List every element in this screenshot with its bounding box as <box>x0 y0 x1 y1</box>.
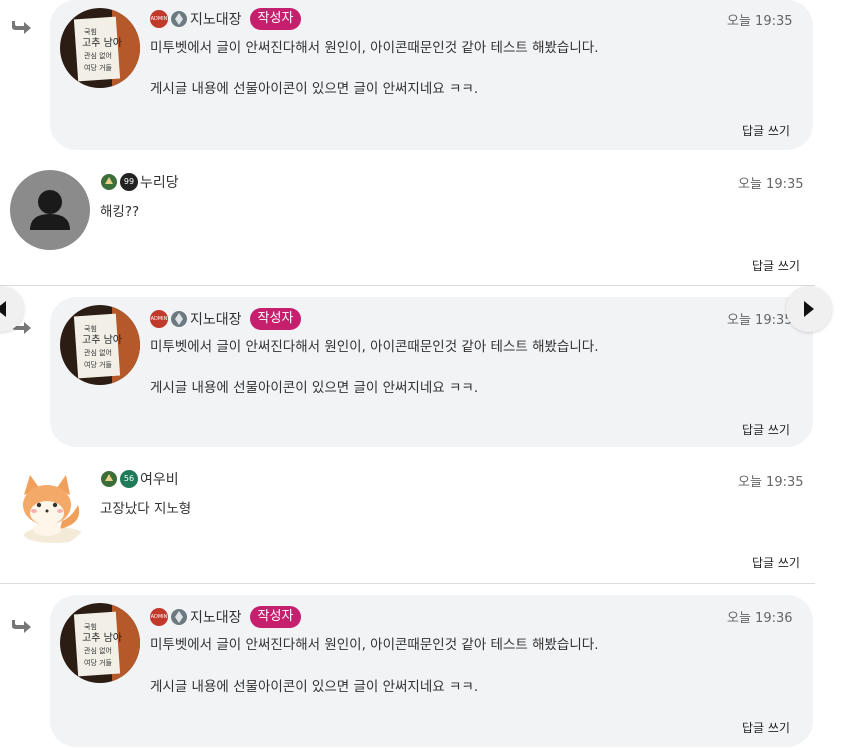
reply-card: 국힘 고추 남아 관심 없어 여당 거들 ADMIN 지노대장 작성자 오늘 1… <box>50 0 813 150</box>
admin-badge-icon: ADMIN <box>150 608 168 626</box>
svg-text:고추 남아: 고추 남아 <box>82 334 122 346</box>
comment-time: 오늘 19:35 <box>738 475 804 490</box>
reply-button[interactable]: 답글 쓰기 <box>742 719 790 736</box>
author-name[interactable]: 누리당 <box>140 172 179 192</box>
comment-item: 99 누리당 오늘 19:35 해킹?? 답글 쓰기 <box>0 165 815 285</box>
fox-avatar-icon <box>23 475 84 543</box>
svg-text:국힘: 국힘 <box>84 324 97 333</box>
level-badge: 56 <box>120 470 138 488</box>
author-tag: 작성자 <box>249 308 302 330</box>
rank-emblem-icon <box>171 11 187 27</box>
svg-text:관심 없어: 관심 없어 <box>84 51 112 60</box>
svg-text:관심 없어: 관심 없어 <box>84 348 112 357</box>
comment-line: 게시글 내용에 선물아이콘이 있으면 글이 안써지네요 ㅋㅋ. <box>150 380 479 396</box>
comment-line: 해킹?? <box>100 204 140 220</box>
comment-item: 56 여우비 오늘 19:35 고장났다 지노형 답글 쓰기 <box>0 462 815 582</box>
default-user-icon <box>30 190 70 230</box>
reply-button[interactable]: 답글 쓰기 <box>742 421 790 438</box>
rank-emblem-icon <box>171 311 187 327</box>
level-emblem-icon <box>101 174 117 190</box>
author-name[interactable]: 여우비 <box>140 469 179 489</box>
comment-thread: 국힘 고추 남아 관심 없어 여당 거들 ADMIN 지노대장 작성자 오늘 1… <box>0 0 858 750</box>
comment-time: 오늘 19:35 <box>738 177 804 192</box>
admin-badge-icon: ADMIN <box>150 10 168 28</box>
admin-badge-icon: ADMIN <box>150 310 168 328</box>
avatar[interactable] <box>10 170 90 250</box>
comment-time: 오늘 19:35 <box>727 14 793 29</box>
next-button[interactable] <box>786 286 832 332</box>
reply-card: 국힘 고추 남아 관심 없어 여당 거들 ADMIN 지노대장 작성자 오늘 1… <box>50 297 813 447</box>
author-line: 56 여우비 <box>100 468 179 490</box>
svg-text:관심 없어: 관심 없어 <box>84 646 112 655</box>
author-tag: 작성자 <box>249 8 302 30</box>
author-name[interactable]: 지노대장 <box>190 309 242 329</box>
comment-line: 게시글 내용에 선물아이콘이 있으면 글이 안써지네요 ㅋㅋ. <box>150 679 479 695</box>
author-line: ADMIN 지노대장 작성자 <box>150 8 302 30</box>
author-line: ADMIN 지노대장 작성자 <box>150 606 302 628</box>
author-line: 99 누리당 <box>100 171 179 193</box>
comment-line: 고장났다 지노형 <box>100 501 192 517</box>
author-name[interactable]: 지노대장 <box>190 607 242 627</box>
svg-text:고추 남아: 고추 남아 <box>82 632 122 644</box>
level-badge: 99 <box>120 173 138 191</box>
divider <box>0 583 815 584</box>
reply-button[interactable]: 답글 쓰기 <box>752 554 800 571</box>
level-emblem-icon <box>101 471 117 487</box>
svg-text:여당 거들: 여당 거들 <box>84 658 113 667</box>
author-line: ADMIN 지노대장 작성자 <box>150 308 302 330</box>
reply-button[interactable]: 답글 쓰기 <box>742 122 790 139</box>
comment-line: 미투벳에서 글이 안써진다해서 원인이, 아이콘때문인것 같아 테스트 해봤습니… <box>150 637 599 653</box>
comment-line: 미투벳에서 글이 안써진다해서 원인이, 아이콘때문인것 같아 테스트 해봤습니… <box>150 40 599 56</box>
svg-text:고추 남아: 고추 남아 <box>82 37 122 49</box>
chevron-left-icon <box>0 301 6 317</box>
divider <box>0 285 815 286</box>
comment-line: 게시글 내용에 선물아이콘이 있으면 글이 안써지네요 ㅋㅋ. <box>150 81 479 97</box>
rank-emblem-icon <box>171 609 187 625</box>
svg-text:여당 거들: 여당 거들 <box>84 63 113 72</box>
reply-arrow-icon <box>12 620 31 633</box>
author-name[interactable]: 지노대장 <box>190 9 242 29</box>
reply-button[interactable]: 답글 쓰기 <box>752 257 800 274</box>
comment-time: 오늘 19:36 <box>727 611 793 626</box>
svg-text:국힘: 국힘 <box>84 622 97 631</box>
comment-time: 오늘 19:35 <box>727 313 793 328</box>
avatar[interactable]: 국힘 고추 남아 관심 없어 여당 거들 <box>60 8 140 88</box>
svg-text:국힘: 국힘 <box>84 27 97 36</box>
author-tag: 작성자 <box>249 606 302 628</box>
chevron-right-icon <box>804 301 814 317</box>
svg-text:여당 거들: 여당 거들 <box>84 360 113 369</box>
reply-card: 국힘 고추 남아 관심 없어 여당 거들 ADMIN 지노대장 작성자 오늘 1… <box>50 595 813 747</box>
comment-line: 미투벳에서 글이 안써진다해서 원인이, 아이콘때문인것 같아 테스트 해봤습니… <box>150 339 599 355</box>
reply-arrow-icon <box>12 21 31 34</box>
avatar[interactable]: 국힘 고추 남아 관심 없어 여당 거들 <box>60 305 140 385</box>
avatar[interactable]: 국힘 고추 남아 관심 없어 여당 거들 <box>60 603 140 683</box>
avatar[interactable] <box>10 467 90 547</box>
